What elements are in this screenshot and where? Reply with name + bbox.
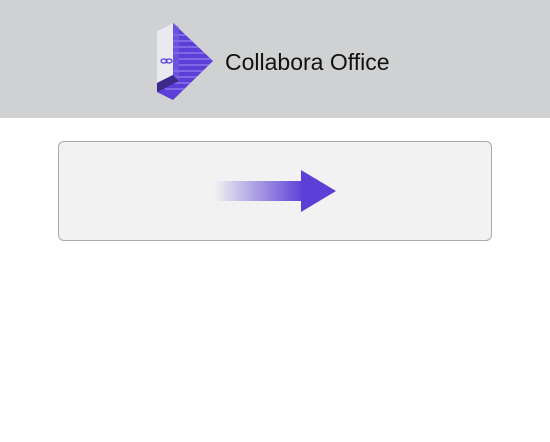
app-header: Collabora Office	[0, 0, 550, 118]
progress-panel	[58, 141, 492, 241]
collabora-logo-icon	[157, 23, 213, 100]
arrow-right-icon	[214, 170, 336, 212]
app-title: Collabora Office	[225, 49, 390, 75]
